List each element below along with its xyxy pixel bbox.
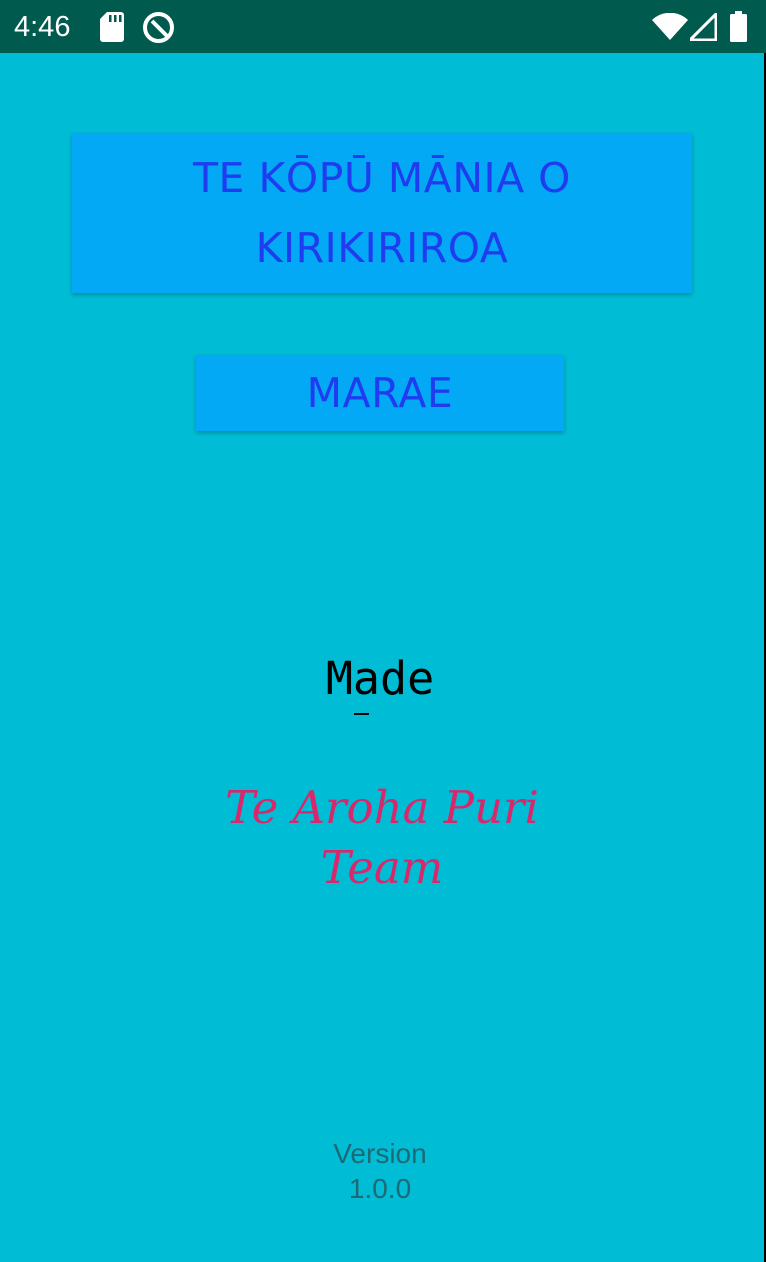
- battery-icon: [730, 11, 747, 42]
- made-label: Made: [325, 652, 435, 705]
- wifi-icon: [652, 13, 688, 40]
- version-label: Version 1.0.0: [333, 1138, 427, 1204]
- made-underline-divider: [354, 713, 369, 715]
- title-button[interactable]: TE KŌPŪ MĀNIA O KIRIKIRIROA: [72, 133, 692, 293]
- marae-button-label: MARAE: [306, 369, 454, 417]
- team-credit-label: Te Aroha Puri Team: [225, 781, 539, 894]
- sd-card-icon: [100, 12, 124, 42]
- marae-button[interactable]: MARAE: [196, 355, 564, 431]
- q-icon: [143, 12, 174, 43]
- title-button-label: TE KŌPŪ MĀNIA O KIRIKIRIROA: [193, 154, 571, 272]
- status-time: 4:46: [14, 11, 71, 43]
- signal-icon: [690, 13, 717, 41]
- status-bar: 4:46: [0, 0, 766, 53]
